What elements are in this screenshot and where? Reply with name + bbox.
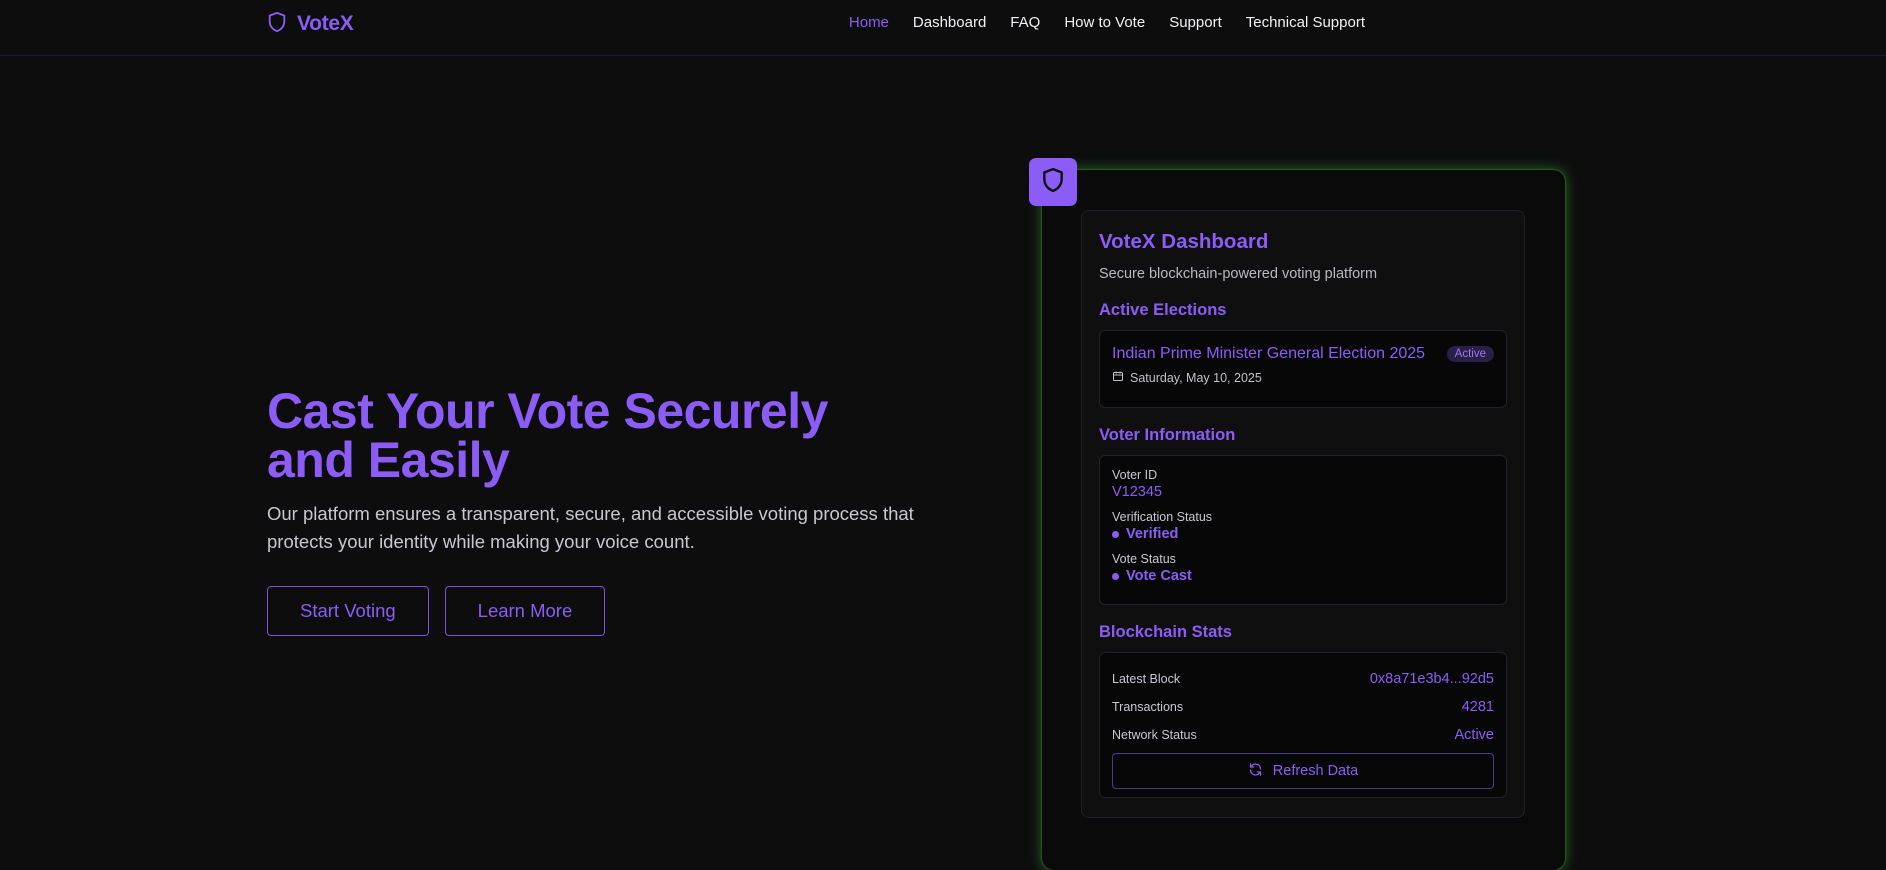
nav-link-how-to-vote[interactable]: How to Vote xyxy=(1064,14,1145,31)
refresh-icon xyxy=(1248,762,1263,781)
hero-section: Cast Your Vote Securely and Easily Our p… xyxy=(267,386,927,636)
status-badge: Active xyxy=(1446,346,1494,362)
active-elections-heading: Active Elections xyxy=(1099,301,1227,319)
nav-link-home[interactable]: Home xyxy=(849,14,889,31)
hero-buttons: Start Voting Learn More xyxy=(267,586,927,636)
hero-title-line-1: Cast Your Vote Securely xyxy=(267,383,828,439)
stat-row-transactions: Transactions 4281 xyxy=(1112,693,1494,721)
election-name: Indian Prime Minister General Election 2… xyxy=(1112,345,1426,362)
blockchain-stats-card: Latest Block 0x8a71e3b4...92d5 Transacti… xyxy=(1099,652,1507,798)
status-dot xyxy=(1112,572,1119,580)
shield-icon xyxy=(266,10,288,39)
voter-information-card: Voter ID V12345 Verification Status Veri… xyxy=(1099,455,1507,605)
start-voting-button[interactable]: Start Voting xyxy=(267,586,429,636)
top-navbar: VoteX Home Dashboard FAQ How to Vote Sup… xyxy=(0,0,1886,56)
verification-status-label: Verification Status xyxy=(1112,510,1213,524)
election-date-text: Saturday, May 10, 2025 xyxy=(1130,370,1262,385)
hero-subtitle: Our platform ensures a transparent, secu… xyxy=(267,503,914,552)
learn-more-button[interactable]: Learn More xyxy=(444,586,606,636)
shield-icon xyxy=(1040,166,1066,199)
dashboard-title: VoteX Dashboard xyxy=(1099,230,1269,253)
nav-link-faq[interactable]: FAQ xyxy=(1010,14,1040,31)
voter-information-heading: Voter Information xyxy=(1099,426,1236,444)
dashboard-subtitle: Secure blockchain-powered voting platfor… xyxy=(1099,266,1378,282)
verification-status: Verified xyxy=(1112,526,1494,542)
verification-status-value: Verified xyxy=(1126,526,1179,542)
transactions-label: Transactions xyxy=(1112,700,1184,714)
refresh-data-button[interactable]: Refresh Data xyxy=(1112,753,1494,789)
election-card[interactable]: Indian Prime Minister General Election 2… xyxy=(1099,330,1507,408)
latest-block-label: Latest Block xyxy=(1112,672,1181,686)
brand-name: VoteX xyxy=(297,12,354,35)
voter-id-value: V12345 xyxy=(1112,484,1162,500)
election-date: Saturday, May 10, 2025 xyxy=(1112,370,1494,385)
transactions-value: 4281 xyxy=(1461,699,1494,715)
nav-link-technical-support[interactable]: Technical Support xyxy=(1246,14,1365,31)
network-status-value: Active xyxy=(1454,727,1495,743)
vote-status-value: Vote Cast xyxy=(1126,568,1192,584)
vote-status-label: Vote Status xyxy=(1112,552,1176,566)
brand-logo[interactable]: VoteX xyxy=(266,10,354,39)
voter-id-label: Voter ID xyxy=(1112,468,1158,482)
nav-links: Home Dashboard FAQ How to Vote Support T… xyxy=(849,14,1365,31)
stat-row-latest-block: Latest Block 0x8a71e3b4...92d5 xyxy=(1112,665,1494,693)
hero-title-line-2: and Easily xyxy=(267,432,510,488)
nav-link-support[interactable]: Support xyxy=(1169,14,1222,31)
dashboard-card: VoteX Dashboard Secure blockchain-powere… xyxy=(1081,210,1525,818)
refresh-data-label: Refresh Data xyxy=(1272,763,1359,779)
calendar-icon xyxy=(1112,370,1124,385)
network-status-label: Network Status xyxy=(1112,728,1197,742)
hero-title: Cast Your Vote Securely and Easily xyxy=(267,386,927,488)
shield-badge xyxy=(1029,158,1077,206)
status-dot xyxy=(1112,530,1119,538)
latest-block-value: 0x8a71e3b4...92d5 xyxy=(1369,671,1494,687)
nav-link-dashboard[interactable]: Dashboard xyxy=(913,14,986,31)
vote-status: Vote Cast xyxy=(1112,568,1494,584)
blockchain-stats-heading: Blockchain Stats xyxy=(1099,623,1232,641)
stat-row-network-status: Network Status Active xyxy=(1112,721,1494,749)
